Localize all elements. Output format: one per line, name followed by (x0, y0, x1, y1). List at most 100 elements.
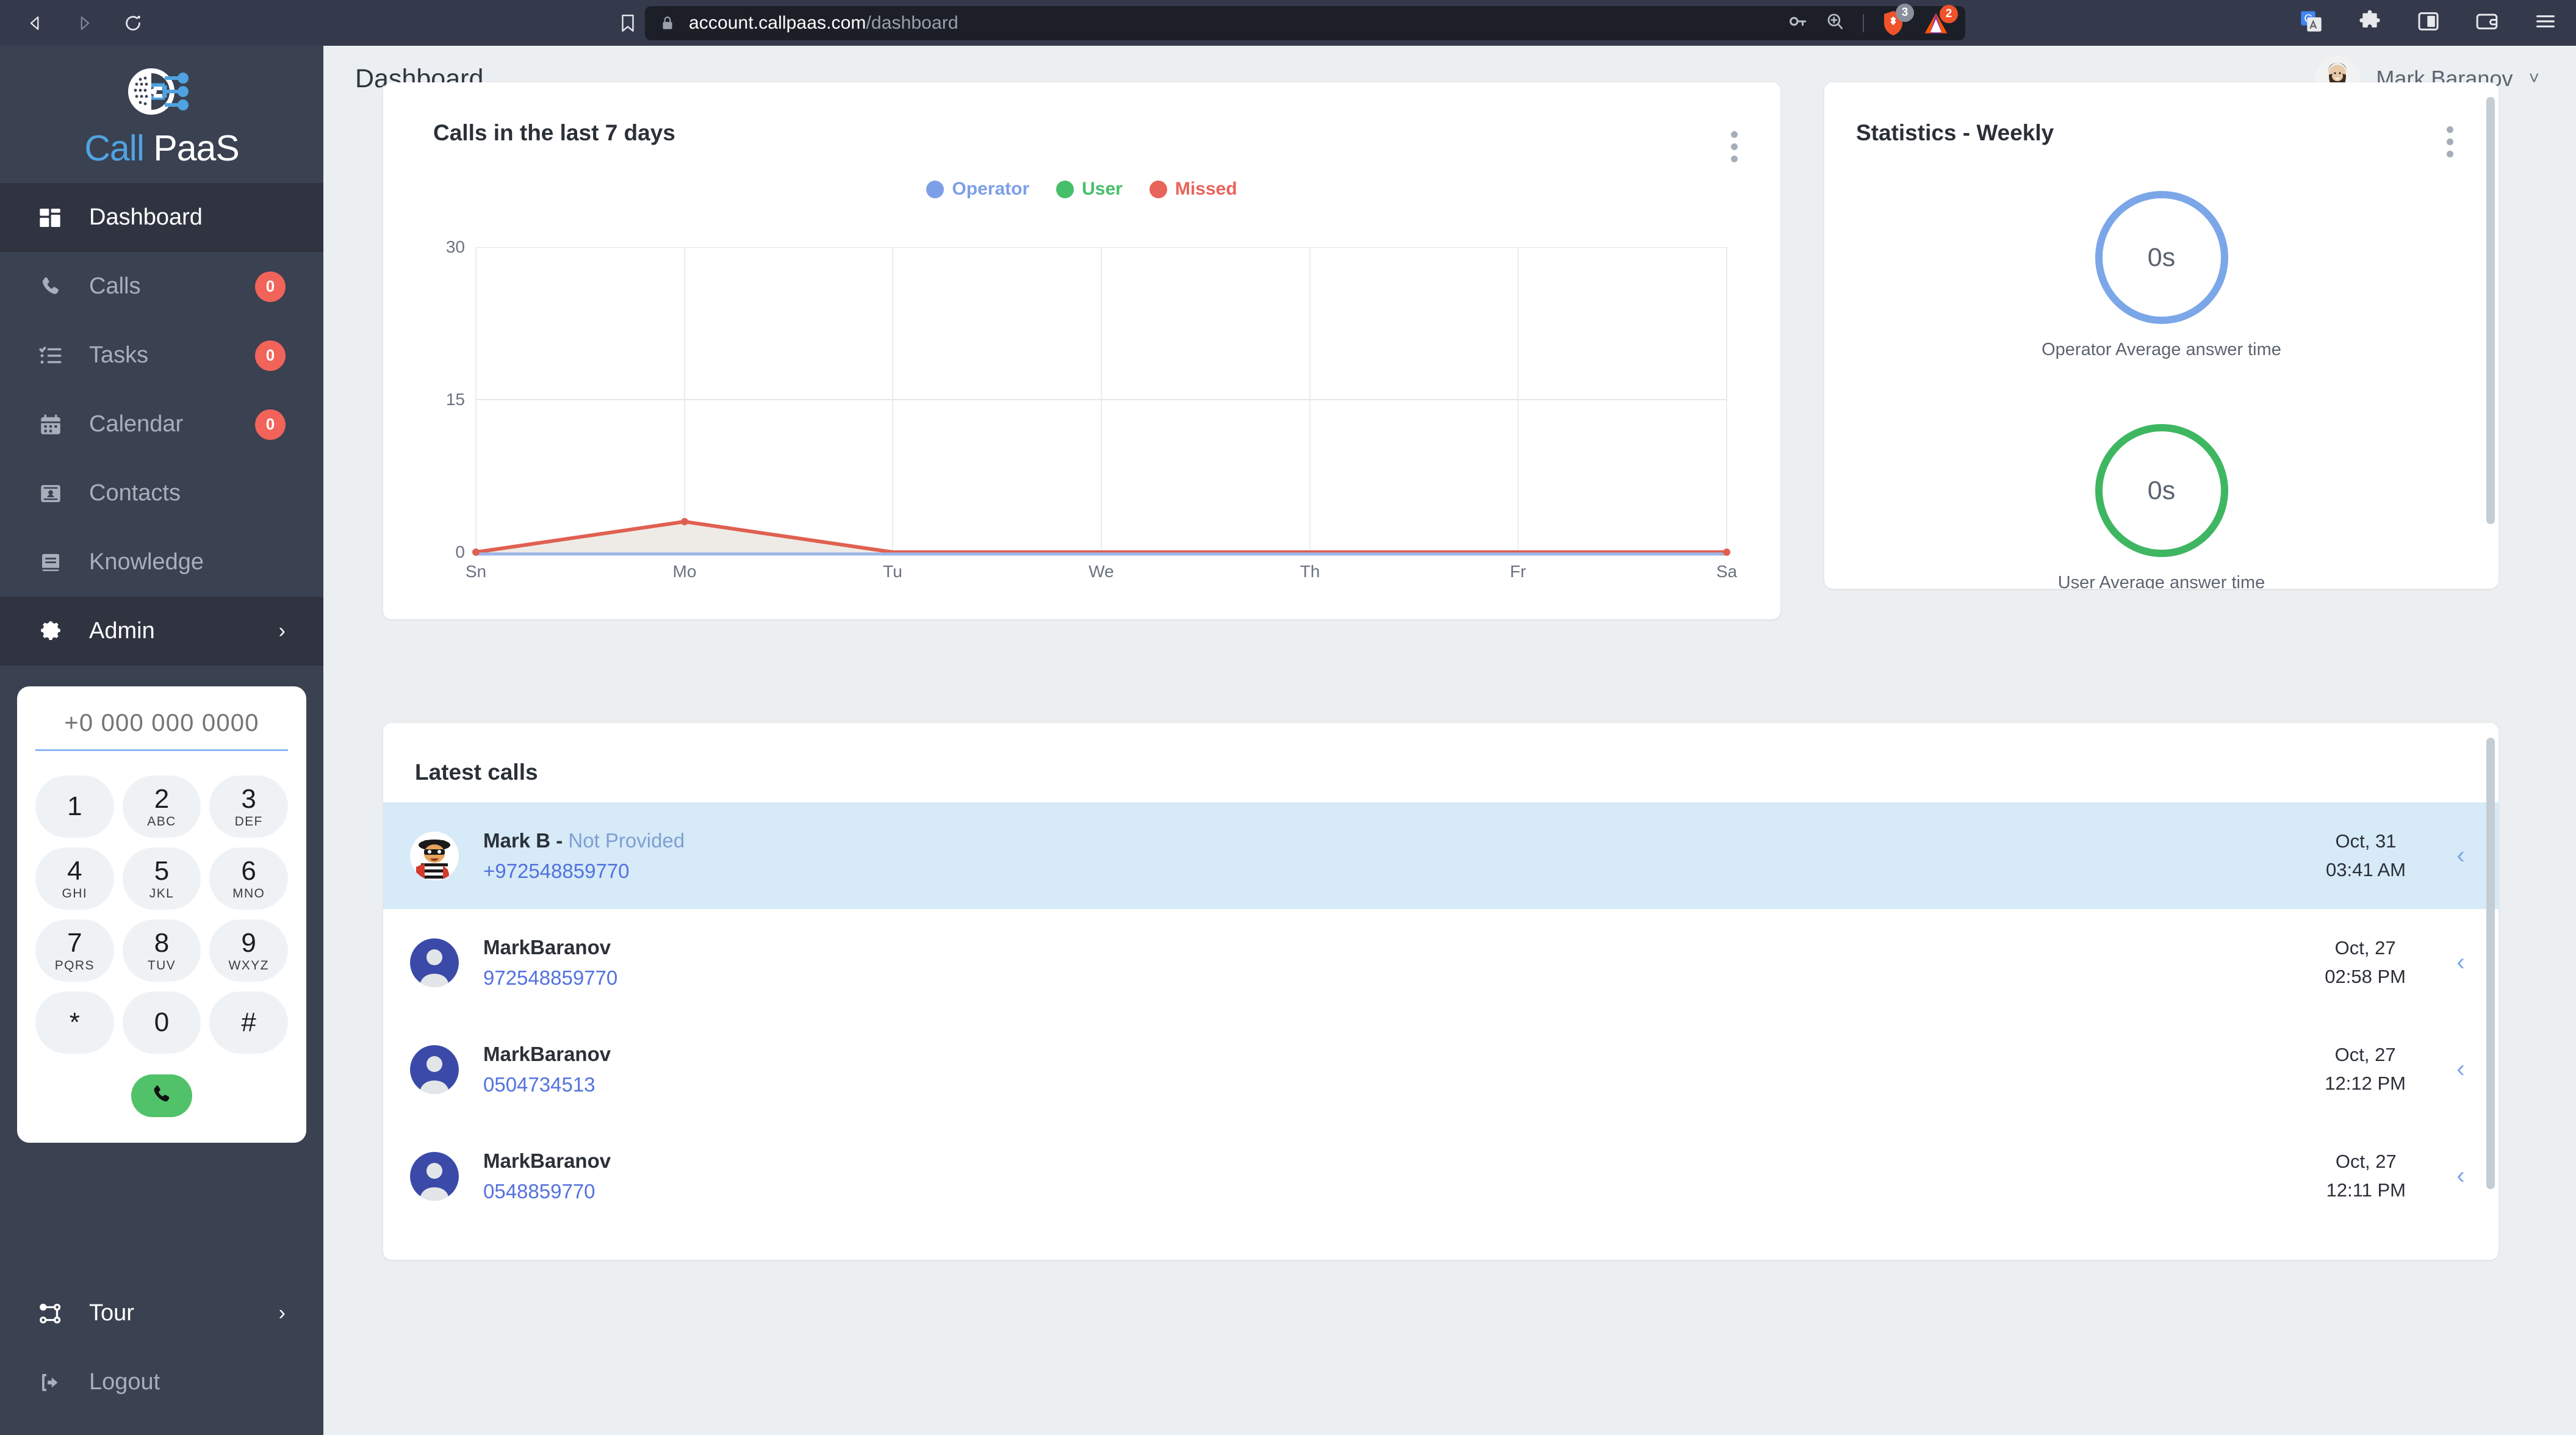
dialpad-key-3[interactable]: 3 DEF (209, 775, 288, 838)
dialpad-key-1[interactable]: 1 (35, 775, 114, 838)
legend-label: User (1082, 179, 1123, 199)
brave-shields-lion-icon[interactable]: 3 (1881, 3, 1914, 37)
key-number: 7 (67, 927, 82, 958)
sidebar-item-tour[interactable]: Tour › (0, 1279, 323, 1348)
extensions-puzzle-icon[interactable] (2358, 9, 2382, 37)
chart-title: Calls in the last 7 days (433, 120, 675, 145)
tasks-checklist-icon (38, 343, 66, 369)
sidebar: Call PaaS Dashboard Calls 0 Tasks 0 Cale… (0, 46, 323, 1435)
sidebar-item-label: Contacts (89, 480, 181, 506)
address-bar-area: account.callpaas.com/dashboard 3 2 (611, 3, 1965, 40)
latest-calls-card: Latest calls Mark B - Not Provided +9725… (383, 723, 2499, 1260)
call-date: Oct, 27 (2334, 937, 2396, 958)
legend-item-user[interactable]: User (1056, 179, 1123, 200)
dialpad-key-4[interactable]: 4 GHI (35, 847, 114, 910)
sidebar-item-contacts[interactable]: Contacts (0, 459, 323, 528)
shields-badge: 3 (1896, 3, 1914, 22)
calls-card-scrollbar[interactable] (2486, 738, 2495, 1189)
chevron-right-icon: › (278, 619, 286, 642)
call-time: 12:12 PM (2325, 1072, 2406, 1094)
chevron-left-icon[interactable]: ‹ (2448, 1056, 2473, 1083)
call-phone-number[interactable]: 0548859770 (483, 1180, 611, 1203)
x-tick-label: Th (1300, 562, 1320, 581)
dialpad-key-9[interactable]: 9 WXYZ (209, 919, 288, 982)
sidebar-item-admin[interactable]: Admin › (0, 597, 323, 666)
sidebar-item-tasks[interactable]: Tasks 0 (0, 321, 323, 390)
stats-card-scrollbar[interactable] (2486, 97, 2495, 524)
more-vertical-icon[interactable] (1731, 131, 1738, 162)
key-letters: WXYZ (228, 958, 269, 973)
app-logo[interactable]: Call PaaS (0, 46, 323, 183)
key-letters: TUV (147, 958, 176, 973)
dialpad-key-7[interactable]: 7 PQRS (35, 919, 114, 982)
browser-menu-hamburger-icon[interactable] (2533, 9, 2558, 37)
dialpad-key-6[interactable]: 6 MNO (209, 847, 288, 910)
key-letters: DEF (234, 814, 263, 829)
zoom-in-icon[interactable] (1825, 11, 1846, 35)
ring-value: 0s (2147, 475, 2176, 505)
sidebar-item-knowledge[interactable]: Knowledge (0, 528, 323, 597)
dialpad-key-8[interactable]: 8 TUV (122, 919, 201, 982)
x-tick-label: Mo (672, 562, 697, 581)
call-contact-name: MarkBaranov (483, 1042, 611, 1065)
sidebar-item-label: Tasks (89, 342, 149, 368)
sidebar-item-label: Tour (89, 1300, 134, 1326)
back-arrow-icon[interactable] (13, 1, 57, 45)
call-phone-number[interactable]: 0504734513 (483, 1073, 611, 1096)
legend-item-operator[interactable]: Operator (926, 179, 1029, 200)
brave-wallet-icon[interactable] (2475, 9, 2499, 37)
gear-icon (38, 619, 66, 644)
sidebar-item-calls[interactable]: Calls 0 (0, 252, 323, 321)
book-icon (38, 550, 66, 575)
hamburglar-cartoon-avatar (410, 831, 459, 880)
chevron-left-icon[interactable]: ‹ (2448, 1162, 2473, 1190)
list-item[interactable]: MarkBaranov 972548859770 Oct, 27 02:58 P… (383, 909, 2499, 1016)
call-info: MarkBaranov 972548859770 (483, 936, 617, 990)
legend-item-missed[interactable]: Missed (1149, 179, 1237, 200)
chevron-left-icon[interactable]: ‹ (2448, 949, 2473, 976)
brave-rewards-triangle-icon[interactable]: 2 (1923, 4, 1958, 35)
forward-arrow-icon[interactable] (62, 1, 106, 45)
call-name-suffix: Not Provided (568, 829, 685, 852)
dialpad-key-0[interactable]: 0 (122, 991, 201, 1054)
dialpad-key-hash[interactable]: # (209, 991, 288, 1054)
key-number: 4 (67, 855, 82, 886)
bookmark-icon[interactable] (611, 13, 645, 34)
dialpad-number-input[interactable] (35, 710, 288, 751)
call-info: Mark B - Not Provided +972548859770 (483, 829, 685, 883)
call-info: MarkBaranov 0548859770 (483, 1149, 611, 1203)
dialpad-call-button[interactable] (131, 1074, 192, 1117)
reload-icon[interactable] (111, 1, 155, 45)
key-number: 6 (241, 855, 256, 886)
chevron-left-icon[interactable]: ‹ (2448, 842, 2473, 869)
calls-badge: 0 (255, 271, 286, 302)
key-icon[interactable] (1787, 11, 1808, 35)
dialpad-key-star[interactable]: * (35, 991, 114, 1054)
dialpad: 1 2ABC 3DEF 4GHI 5JKL 6MNO 7PQRS 8TUV 9W… (17, 686, 306, 1143)
more-vertical-icon[interactable] (2447, 126, 2453, 157)
url-input[interactable]: account.callpaas.com/dashboard 3 2 (645, 3, 1965, 40)
app-logo-text: Call PaaS (84, 128, 239, 169)
call-timestamp: Oct, 27 12:12 PM (2325, 1041, 2448, 1098)
chevron-down-icon[interactable]: ˅ (2528, 68, 2539, 89)
url-path: /dashboard (866, 12, 959, 33)
call-phone-number[interactable]: +972548859770 (483, 860, 685, 883)
tour-nodes-icon (38, 1301, 66, 1326)
callpaas-logo-icon (128, 68, 189, 115)
browser-nav-buttons (0, 1, 155, 45)
sidebar-item-calendar[interactable]: Calendar 0 (0, 390, 323, 459)
call-contact-name: Mark B - Not Provided (483, 829, 685, 852)
dialpad-key-5[interactable]: 5 JKL (122, 847, 201, 910)
sidebar-item-logout[interactable]: Logout (0, 1348, 323, 1417)
google-translate-icon[interactable]: G (2299, 9, 2323, 37)
call-info: MarkBaranov 0504734513 (483, 1043, 611, 1096)
sidebar-item-label: Calls (89, 273, 141, 299)
main-content: Dashboard Mark Baranov ˅ Calls in the la… (323, 46, 2576, 1435)
list-item[interactable]: MarkBaranov 0504734513 Oct, 27 12:12 PM … (383, 1016, 2499, 1123)
sidebar-panel-icon[interactable] (2416, 9, 2441, 37)
list-item[interactable]: Mark B - Not Provided +972548859770 Oct,… (383, 802, 2499, 909)
call-phone-number[interactable]: 972548859770 (483, 966, 617, 990)
dialpad-key-2[interactable]: 2 ABC (122, 775, 201, 838)
sidebar-item-dashboard[interactable]: Dashboard (0, 183, 323, 252)
list-item[interactable]: MarkBaranov 0548859770 Oct, 27 12:11 PM … (383, 1123, 2499, 1229)
